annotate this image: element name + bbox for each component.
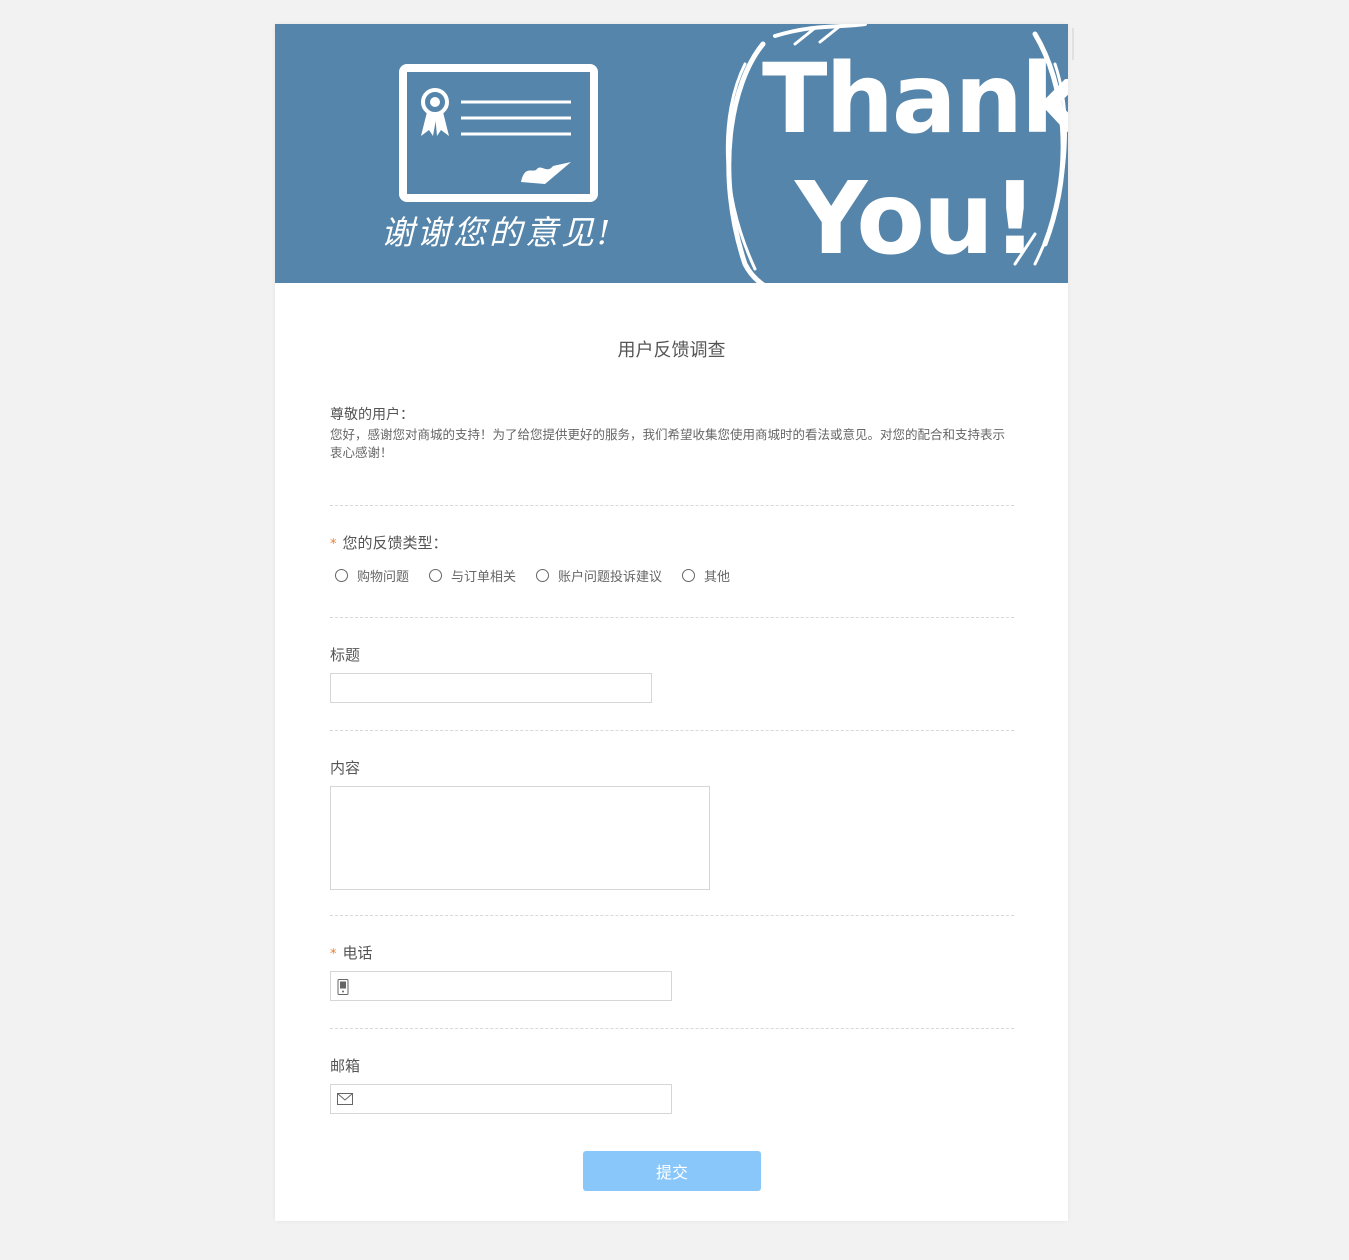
- radio-button[interactable]: [536, 569, 550, 582]
- divider: [330, 915, 1014, 916]
- phone-field-label: * 电话: [330, 942, 373, 963]
- divider: [330, 1028, 1014, 1029]
- divider: [330, 730, 1014, 731]
- radio-button[interactable]: [335, 569, 348, 582]
- radio-label: 账户问题投诉建议: [558, 570, 663, 585]
- content-field-label: 内容: [330, 759, 361, 777]
- required-mark: *: [330, 537, 337, 552]
- radio-button[interactable]: [429, 569, 443, 582]
- feedback-type-label: * 您的反馈类型：: [330, 532, 448, 553]
- intro-text: 您好，感谢您对商城的支持！为了给您提供更好的服务，我们希望收集您使用商城时的看法…: [330, 427, 1006, 460]
- banner-thank-text: Thank: [762, 43, 1068, 155]
- phone-icon: [337, 979, 349, 995]
- radio-label: 与订单相关: [451, 570, 517, 585]
- scrollbar-thumb[interactable]: [1072, 28, 1074, 60]
- feedback-type-options: 购物问题 与订单相关 账户问题投诉建议 其他: [335, 566, 750, 585]
- content-textarea[interactable]: [330, 786, 710, 890]
- phone-input[interactable]: [330, 971, 672, 1001]
- radio-account[interactable]: 账户问题投诉建议: [536, 566, 662, 585]
- radio-label: 其他: [704, 570, 731, 585]
- submit-button[interactable]: 提交: [583, 1151, 761, 1191]
- divider: [330, 617, 1014, 618]
- thank-you-banner: 谢谢您的意见! Thank You!: [275, 24, 1068, 283]
- title-field-label: 标题: [330, 646, 361, 664]
- feedback-type-label-text: 您的反馈类型：: [342, 534, 448, 552]
- email-field-label: 邮箱: [330, 1057, 361, 1075]
- title-input[interactable]: [330, 673, 652, 703]
- required-mark: *: [330, 947, 337, 962]
- email-input[interactable]: [330, 1084, 672, 1114]
- phone-field-label-text: 电话: [342, 944, 373, 962]
- banner-caption: 谢谢您的意见!: [381, 213, 614, 252]
- form-card: 谢谢您的意见! Thank You! 用户反馈调查 尊敬的用户： 您好，感谢您对…: [275, 24, 1068, 1221]
- mail-icon: [337, 1093, 353, 1105]
- radio-label: 购物问题: [357, 570, 410, 585]
- banner-you-text: You!: [795, 160, 1038, 277]
- greeting-text: 尊敬的用户：: [330, 407, 414, 423]
- radio-other[interactable]: 其他: [682, 566, 730, 585]
- form-title: 用户反馈调查: [617, 340, 726, 361]
- radio-shopping[interactable]: 购物问题: [335, 566, 409, 585]
- radio-order[interactable]: 与订单相关: [429, 566, 516, 585]
- radio-button[interactable]: [682, 569, 696, 582]
- divider: [330, 505, 1014, 506]
